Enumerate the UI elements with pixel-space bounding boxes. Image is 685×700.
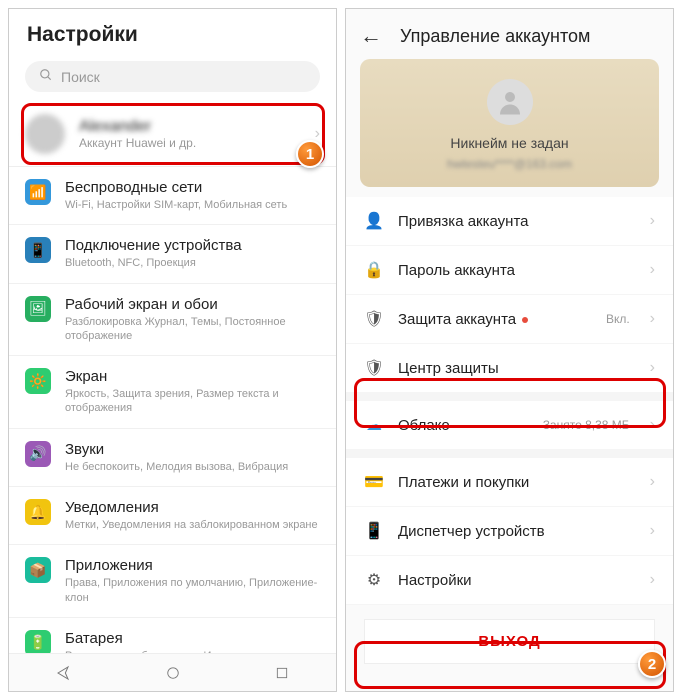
account-row[interactable]: Alexander Аккаунт Huawei и др. › [9,102,336,167]
account-menu-row[interactable]: 📱 Диспетчер устройств › [346,507,673,556]
setting-title: Подключение устройства [65,237,320,254]
row-icon: 💳 [364,472,384,492]
setting-sub: Яркость, Защита зрения, Размер текста и … [65,387,320,416]
setting-icon: 🔆 [25,368,51,394]
setting-sub: Разблокировка Журнал, Темы, Постоянное о… [65,315,320,344]
row-label: Платежи и покупки [398,474,636,491]
row-icon: 🛡 [364,358,384,378]
row-icon: 👤 [364,211,384,231]
setting-row[interactable]: 🔔 Уведомления Метки, Уведомления на забл… [9,487,336,545]
nav-back-button[interactable] [54,663,74,683]
setting-row[interactable]: 📦 Приложения Права, Приложения по умолча… [9,545,336,618]
callout-badge-2: 2 [638,650,666,678]
setting-sub: Права, Приложения по умолчанию, Приложен… [65,576,320,605]
setting-title: Беспроводные сети [65,179,320,196]
avatar-placeholder [487,79,533,125]
setting-title: Рабочий экран и обои [65,296,320,313]
chevron-right-icon: › [650,261,655,279]
setting-title: Приложения [65,557,320,574]
row-label: Облако [398,417,529,434]
row-icon: 🔒 [364,260,384,280]
setting-row[interactable]: 🖼 Рабочий экран и обои Разблокировка Жур… [9,284,336,357]
chevron-right-icon: › [650,571,655,589]
page-title: Настройки [9,9,336,57]
account-menu-row[interactable]: 🔒 Пароль аккаунта › [346,246,673,295]
settings-screen: Настройки Поиск Alexander Аккаунт Huawei… [8,8,337,692]
setting-icon: 🔊 [25,441,51,467]
search-placeholder: Поиск [61,69,100,85]
page-title: Управление аккаунтом [400,26,590,47]
row-label: Защита аккаунта [398,311,592,328]
setting-title: Звуки [65,441,320,458]
chevron-right-icon: › [650,359,655,377]
back-button[interactable]: ← [360,23,382,49]
setting-sub: Wi-Fi, Настройки SIM-карт, Мобильная сет… [65,198,320,212]
nav-home-button[interactable] [163,663,183,683]
setting-icon: 🔔 [25,499,51,525]
account-menu-row[interactable]: 🛡 Центр защиты › [346,344,673,393]
setting-title: Батарея [65,630,320,647]
setting-icon: 📦 [25,557,51,583]
row-icon: 🛡 [364,309,384,329]
chevron-right-icon: › [650,522,655,540]
row-label: Диспетчер устройств [398,523,636,540]
setting-row[interactable]: 🔊 Звуки Не беспокоить, Мелодия вызова, В… [9,429,336,487]
account-sub: Аккаунт Huawei и др. [79,136,301,150]
account-menu-row[interactable]: 🛡 Защита аккаунта Вкл. › [346,295,673,344]
row-icon: ⚙ [364,570,384,590]
account-menu-row[interactable]: ⚙ Настройки › [346,556,673,605]
callout-badge-1: 1 [296,140,324,168]
account-card[interactable]: Никнейм не задан hwtesteu****@163.com [360,59,659,187]
account-name: Alexander [79,118,301,136]
setting-row[interactable]: 📶 Беспроводные сети Wi-Fi, Настройки SIM… [9,167,336,225]
setting-row[interactable]: 📱 Подключение устройства Bluetooth, NFC,… [9,225,336,283]
row-icon: 📱 [364,521,384,541]
setting-sub: Метки, Уведомления на заблокированном эк… [65,518,320,532]
setting-sub: Bluetooth, NFC, Проекция [65,256,320,270]
chevron-right-icon: › [650,416,655,434]
row-label: Привязка аккаунта [398,213,636,230]
nav-recent-button[interactable] [272,663,292,683]
setting-icon: 🖼 [25,296,51,322]
account-menu-row[interactable]: ☁ Облако Занято 8,38 МБ › [346,393,673,450]
row-label: Центр защиты [398,360,636,377]
nickname-label: Никнейм не задан [374,135,645,151]
chevron-right-icon: › [650,310,655,328]
row-icon: ☁ [364,415,384,435]
setting-title: Экран [65,368,320,385]
row-value: Вкл. [606,312,630,326]
row-label: Пароль аккаунта [398,262,636,279]
chevron-right-icon: › [650,212,655,230]
alert-dot [522,317,528,323]
search-icon [39,68,53,85]
row-value: Занято 8,38 МБ [543,418,630,432]
setting-sub: Не беспокоить, Мелодия вызова, Вибрация [65,460,320,474]
account-management-screen: ← Управление аккаунтом Никнейм не задан … [345,8,674,692]
email-label: hwtesteu****@163.com [374,157,645,171]
account-menu-row[interactable]: 💳 Платежи и покупки › [346,450,673,507]
setting-icon: 📶 [25,179,51,205]
row-label: Настройки [398,572,636,589]
chevron-right-icon: › [650,473,655,491]
search-input[interactable]: Поиск [25,61,320,92]
avatar [25,114,65,154]
setting-title: Уведомления [65,499,320,516]
setting-row[interactable]: 🔆 Экран Яркость, Защита зрения, Размер т… [9,356,336,429]
android-navbar [9,653,336,691]
logout-button[interactable]: ВЫХОД [364,619,655,664]
account-menu-row[interactable]: 👤 Привязка аккаунта › [346,197,673,246]
setting-icon: 📱 [25,237,51,263]
